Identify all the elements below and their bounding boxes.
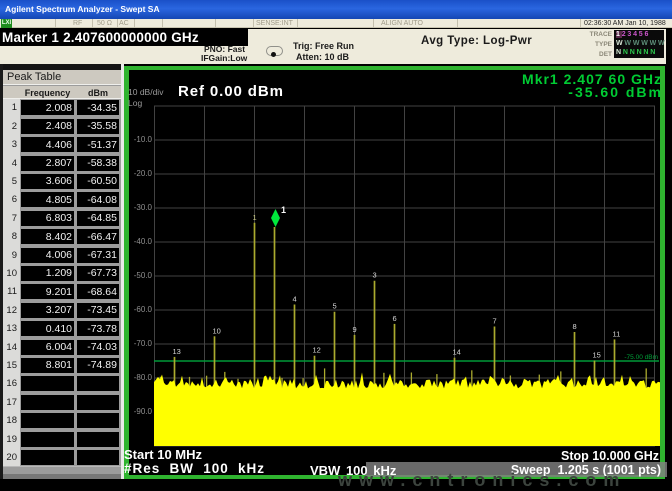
svg-text:3: 3 <box>373 271 377 280</box>
svg-text:-75.00 dBm: -75.00 dBm <box>624 354 658 361</box>
svg-text:1: 1 <box>253 213 257 222</box>
svg-text:5: 5 <box>333 302 337 311</box>
svg-text:10: 10 <box>213 326 221 335</box>
svg-text:13: 13 <box>173 347 181 356</box>
svg-text:6: 6 <box>393 314 397 323</box>
svg-text:4: 4 <box>293 295 297 304</box>
svg-text:15: 15 <box>593 351 601 360</box>
svg-text:11: 11 <box>613 329 621 338</box>
svg-text:12: 12 <box>313 346 321 355</box>
svg-text:7: 7 <box>493 317 497 326</box>
svg-text:1: 1 <box>281 205 286 215</box>
svg-text:8: 8 <box>573 322 577 331</box>
svg-text:9: 9 <box>353 325 357 334</box>
svg-text:14: 14 <box>453 348 461 357</box>
